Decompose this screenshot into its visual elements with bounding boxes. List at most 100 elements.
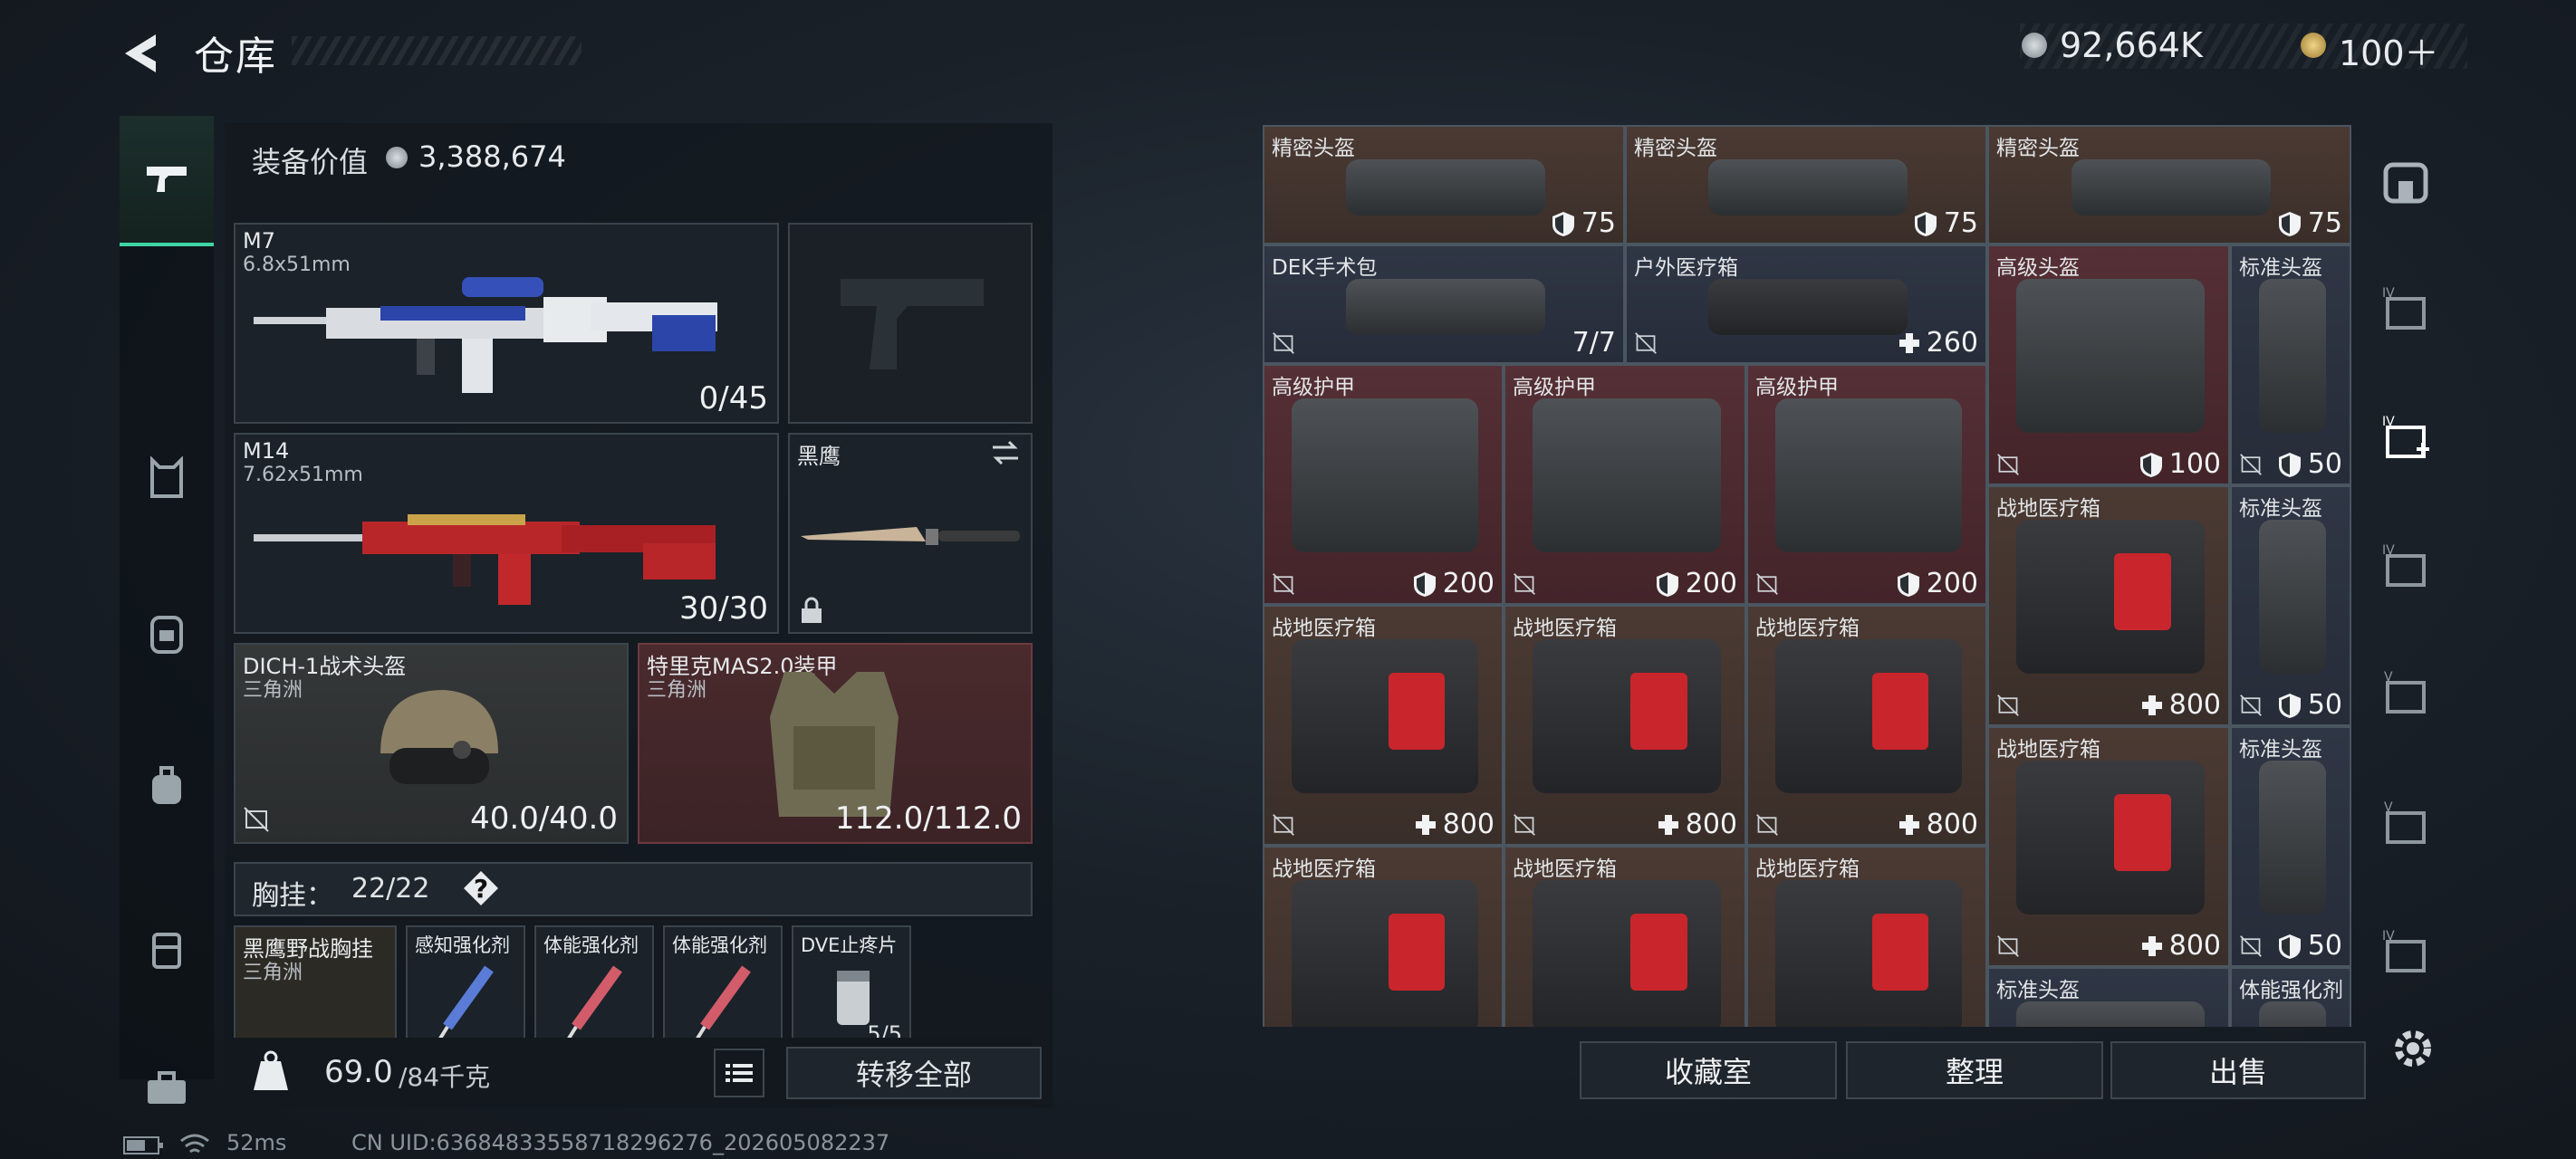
help-icon[interactable]: ?	[464, 871, 498, 905]
heal-plus-icon	[1898, 814, 1919, 835]
item-image	[1775, 398, 1962, 552]
storage-item[interactable]: 高级护甲 200	[1263, 364, 1504, 605]
helmet-slot[interactable]: DICH-1战术头盔 三角洲 40.0/40.0	[234, 643, 629, 844]
battery-icon	[123, 1136, 163, 1154]
tab-case[interactable]	[120, 886, 214, 1012]
rig-item-slot[interactable]: 感知强化剂	[406, 925, 525, 1052]
transfer-all-button[interactable]: 转移全部	[786, 1047, 1042, 1099]
item-image	[1533, 398, 1721, 552]
heal-plus-icon	[2141, 694, 2162, 715]
no-trade-icon	[2240, 935, 2262, 957]
primary-weapon-slot[interactable]: M7 6.8x51mm 0/45	[234, 223, 779, 424]
item-image	[2259, 761, 2326, 915]
item-value: 50	[2277, 448, 2342, 480]
sort-button[interactable]: 整理	[1846, 1041, 2103, 1099]
storage-item[interactable]: 精密头盔 75	[1263, 125, 1625, 244]
storage-tier-icon[interactable]: V	[2380, 668, 2431, 719]
item-value-text: 200	[1685, 568, 1737, 599]
tab-toolbox[interactable]	[120, 1049, 214, 1130]
storage-item[interactable]: 标准头盔 50	[2230, 726, 2351, 967]
storage-tier-icon[interactable]: IV	[2380, 541, 2431, 592]
storage-item[interactable]: 标准头盔 50	[2230, 244, 2351, 485]
storage-item[interactable]: 高级护甲 200	[1504, 364, 1746, 605]
item-value: 800	[2140, 689, 2221, 721]
sell-button[interactable]: 出售	[2110, 1041, 2366, 1099]
item-value-text: 50	[2307, 448, 2342, 480]
item-image	[1346, 159, 1545, 216]
storage-item[interactable]: 战地医疗箱	[1504, 846, 1746, 1027]
item-image	[2071, 159, 2271, 216]
tab-weapons[interactable]	[120, 116, 214, 246]
rig-item-slot[interactable]: 体能强化剂	[663, 925, 783, 1052]
storage-tier-icon[interactable]: IV	[2380, 927, 2431, 978]
storage-item[interactable]: 精密头盔 75	[1625, 125, 1987, 244]
rig-item-slot[interactable]: DVE止疼片 5/5	[792, 925, 911, 1052]
storage-tab-bar: IV IV IV V V IV	[2360, 125, 2446, 1030]
first-aid-cross-icon	[2114, 794, 2171, 872]
uid: CN UID:636848335587182962​76_20260508223…	[351, 1130, 890, 1155]
settings-gear-icon[interactable]	[2388, 1023, 2438, 1074]
coin-icon	[386, 147, 408, 168]
storage-item[interactable]: 高级护甲 200	[1746, 364, 1987, 605]
armor-slot[interactable]: 特里克MAS2.0装甲 三角洲 112.0/112.0	[638, 643, 1033, 844]
item-name: 精密头盔	[1996, 137, 2080, 160]
no-trade-icon	[1273, 332, 1294, 354]
tab-armor[interactable]	[120, 415, 214, 541]
item-name: 战地医疗箱	[1272, 617, 1376, 640]
storage-add-icon[interactable]: IV	[2380, 413, 2431, 464]
list-view-button[interactable]	[714, 1049, 764, 1097]
swap-icon[interactable]	[989, 440, 1022, 465]
svg-text:V: V	[2384, 800, 2393, 815]
item-value-text: 800	[1685, 809, 1737, 840]
item-name: 标准头盔	[2239, 256, 2322, 280]
sidearm-slot-empty[interactable]	[788, 223, 1033, 424]
storage-item[interactable]: 标准头盔	[1987, 967, 2230, 1027]
rig-item-name: 感知强化剂	[415, 934, 510, 956]
helmet-image	[380, 690, 498, 784]
back-arrow-icon[interactable]	[120, 31, 165, 76]
shield-icon	[2278, 211, 2301, 236]
collection-room-button[interactable]: 收藏室	[1580, 1041, 1837, 1099]
storage-item[interactable]: 体能强化剂	[2230, 967, 2351, 1027]
storage-item[interactable]: 战地医疗箱 800	[1987, 726, 2230, 967]
chest-rig-count: 22/22	[351, 873, 430, 905]
item-value: 50	[2277, 689, 2342, 721]
item-name: 体能强化剂	[2239, 979, 2343, 1002]
rig-item-slot[interactable]: 体能强化剂	[534, 925, 654, 1052]
storage-item[interactable]: 战地医疗箱	[1746, 846, 1987, 1027]
svg-text:IV: IV	[2382, 286, 2395, 301]
syringe-icon	[437, 965, 494, 1043]
storage-item[interactable]: 高级头盔 100	[1987, 244, 2230, 485]
storage-item[interactable]: DEK手术包 7/7	[1263, 244, 1625, 364]
item-image	[1346, 279, 1545, 335]
item-value: 800	[1657, 809, 1737, 840]
melee-slot[interactable]: 黑鹰	[788, 433, 1033, 634]
points-amount[interactable]: 100＋	[2339, 25, 2439, 75]
item-name: 标准头盔	[1996, 979, 2080, 1002]
tab-backpack-a[interactable]	[120, 569, 214, 695]
armor-faction: 三角洲	[647, 679, 707, 702]
storage-item[interactable]: 精密头盔 75	[1987, 125, 2351, 244]
storage-item[interactable]: 战地医疗箱 800	[1263, 605, 1504, 846]
storage-tier-icon[interactable]: IV	[2380, 284, 2431, 335]
storage-item[interactable]: 战地医疗箱 800	[1504, 605, 1746, 846]
melee-name: 黑鹰	[797, 444, 841, 469]
heal-plus-icon	[1898, 332, 1919, 353]
storage-item[interactable]: 战地医疗箱 800	[1987, 485, 2230, 726]
chest-rig-item[interactable]: 黑鹰野战胸挂 三角洲	[234, 925, 397, 1052]
first-aid-cross-icon	[1630, 673, 1687, 751]
shield-icon	[2278, 934, 2301, 959]
storage-item[interactable]: 战地医疗箱	[1263, 846, 1504, 1027]
storage-item[interactable]: 战地医疗箱 800	[1746, 605, 1987, 846]
storage-item[interactable]: 户外医疗箱 260	[1625, 244, 1987, 364]
item-name: 战地医疗箱	[1755, 617, 1860, 640]
storage-tier-icon[interactable]: V	[2380, 799, 2431, 849]
item-image	[2016, 520, 2205, 674]
tab-backpack-b[interactable]	[120, 723, 214, 849]
storage-item[interactable]: 标准头盔 50	[2230, 485, 2351, 726]
ping: 52ms	[226, 1130, 287, 1155]
safe-icon[interactable]	[2380, 158, 2431, 208]
no-trade-icon	[2240, 694, 2262, 716]
current-weight: 69.0	[324, 1054, 393, 1090]
secondary-weapon-slot[interactable]: M14 7.62x51mm 30/30	[234, 433, 779, 634]
